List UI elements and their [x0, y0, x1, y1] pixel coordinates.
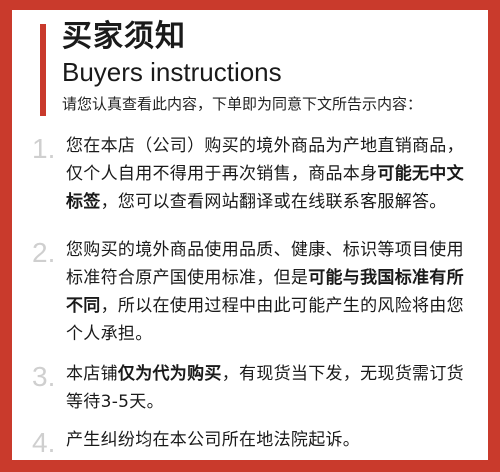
item-text: 您在本店（公司）购买的境外商品为产地直销商品，仅个人自用不得用于再次销售，商品本… [66, 132, 480, 216]
intro-text: 请您认真查看此内容，下单即为同意下文所告示内容： [62, 95, 423, 113]
notice-frame: 买家须知 Buyers instructions 请您认真查看此内容，下单即为同… [0, 0, 500, 472]
item-text-part: ，您可以查看网站翻译或在线联系客服解答。 [100, 192, 447, 212]
notice-panel: 买家须知 Buyers instructions 请您认真查看此内容，下单即为同… [12, 10, 488, 460]
item-text-part: 产生纠纷均在本公司所在地法院起诉。 [66, 430, 361, 450]
title-accent-bar [40, 24, 46, 116]
item-number: 1. [32, 133, 56, 164]
title-chinese: 买家须知 [62, 19, 186, 54]
item-number: 2. [32, 237, 56, 268]
item-number: 3. [32, 361, 56, 392]
item-text-emphasis: 仅为代为购买 [117, 364, 222, 384]
notice-item-4: 4. 产生纠纷均在本公司所在地法院起诉。 [32, 426, 480, 458]
title-english: Buyers instructions [62, 57, 282, 87]
item-text: 您购买的境外商品使用品质、健康、标识等项目使用标准符合原产国使用标准，但是可能与… [66, 236, 480, 348]
notice-item-3: 3. 本店铺仅为代为购买，有现货当下发，无现货需订货等待3-5天。 [32, 360, 480, 416]
item-text: 产生纠纷均在本公司所在地法院起诉。 [66, 426, 480, 454]
item-text-part: 本店铺 [66, 364, 118, 384]
item-text-part: ，所以在使用过程中由此可能产生的风险将由您个人承担。 [66, 296, 464, 344]
item-text: 本店铺仅为代为购买，有现货当下发，无现货需订货等待3-5天。 [66, 360, 480, 416]
notice-item-1: 1. 您在本店（公司）购买的境外商品为产地直销商品，仅个人自用不得用于再次销售，… [32, 132, 480, 216]
notice-item-2: 2. 您购买的境外商品使用品质、健康、标识等项目使用标准符合原产国使用标准，但是… [32, 236, 480, 348]
item-number: 4. [32, 427, 56, 458]
